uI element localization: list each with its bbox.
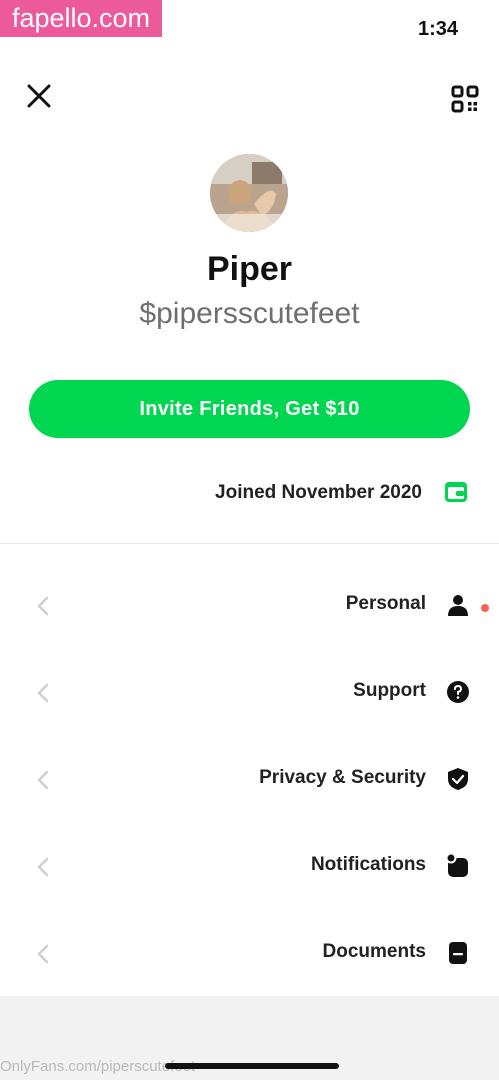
document-icon: [449, 942, 467, 964]
menu-label-documents: Documents: [322, 941, 426, 962]
menu-item-personal[interactable]: Personal: [0, 571, 499, 641]
menu-item-privacy-security[interactable]: Privacy & Security: [0, 745, 499, 815]
menu-label-personal: Personal: [345, 593, 426, 614]
menu-label-notifications: Notifications: [310, 854, 426, 875]
divider: [0, 543, 499, 544]
invite-friends-label: Invite Friends, Get $10: [139, 397, 360, 420]
joined-row: Joined November 2020: [0, 478, 499, 508]
menu-item-support[interactable]: Support: [0, 658, 499, 728]
chevron-left-icon: [37, 596, 49, 616]
invite-friends-button[interactable]: Invite Friends, Get $10: [29, 380, 470, 438]
chevron-left-icon: [37, 683, 49, 703]
watermark: fapello.com: [0, 0, 162, 37]
avatar[interactable]: [210, 154, 288, 232]
home-indicator[interactable]: [165, 1063, 339, 1069]
bell-icon: [446, 854, 468, 877]
menu-label-privacy-security: Privacy & Security: [259, 767, 426, 788]
profile-cashtag: $pipersscutefeet: [139, 297, 360, 330]
person-icon: [448, 595, 468, 616]
chevron-left-icon: [37, 944, 49, 964]
notification-dot: [481, 604, 489, 612]
profile-name: Piper: [206, 250, 293, 288]
chevron-left-icon: [37, 857, 49, 877]
qr-code-icon: [451, 85, 479, 113]
menu-item-documents[interactable]: Documents: [0, 919, 499, 989]
help-icon: [447, 681, 469, 703]
menu-label-support: Support: [353, 680, 426, 701]
joined-text: Joined November 2020: [215, 482, 422, 503]
shield-icon: [448, 768, 468, 790]
chevron-left-icon: [37, 770, 49, 790]
qr-code-button[interactable]: [450, 84, 480, 114]
wallet-icon: [445, 482, 467, 502]
close-icon: [27, 84, 51, 108]
status-time: 1:34: [418, 18, 459, 40]
menu-item-notifications[interactable]: Notifications: [0, 832, 499, 902]
close-button[interactable]: [25, 82, 53, 110]
